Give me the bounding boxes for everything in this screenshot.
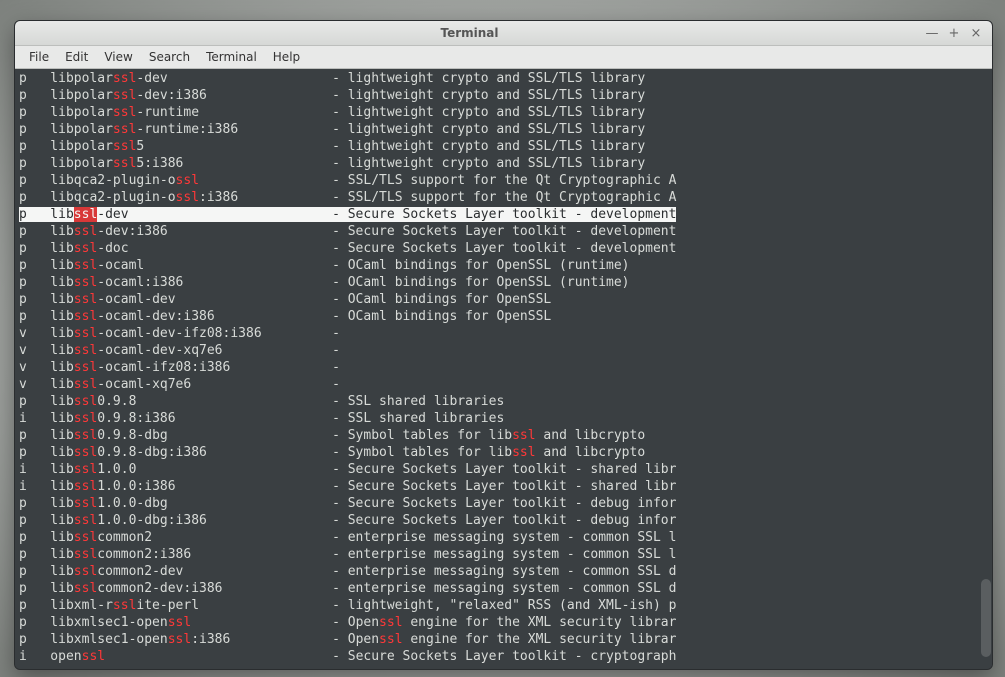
package-line: p libsslcommon2-dev - enterprise messagi…: [19, 563, 988, 580]
package-line: p libsslcommon2-dev:i386 - enterprise me…: [19, 580, 988, 597]
package-line: p libpolarssl5:i386 - lightweight crypto…: [19, 155, 988, 172]
scrollbar-thumb[interactable]: [981, 579, 991, 657]
package-line: p libssl-dev - Secure Sockets Layer tool…: [19, 206, 988, 223]
maximize-button[interactable]: +: [946, 25, 962, 41]
package-line: v libssl-ocaml-ifz08:i386 -: [19, 359, 988, 376]
package-line: p libssl1.0.0-dbg - Secure Sockets Layer…: [19, 495, 988, 512]
package-line: v libssl-ocaml-xq7e6 -: [19, 376, 988, 393]
menubar: FileEditViewSearchTerminalHelp: [15, 46, 992, 69]
package-line: p libsslcommon2 - enterprise messaging s…: [19, 529, 988, 546]
package-line: p libssl-doc - Secure Sockets Layer tool…: [19, 240, 988, 257]
package-line: p libpolarssl-runtime - lightweight cryp…: [19, 104, 988, 121]
terminal-window: Terminal — + × FileEditViewSearchTermina…: [14, 20, 993, 670]
package-line: p libpolarssl5 - lightweight crypto and …: [19, 138, 988, 155]
package-line: p libssl-ocaml-dev:i386 - OCaml bindings…: [19, 308, 988, 325]
package-line: p libssl-ocaml - OCaml bindings for Open…: [19, 257, 988, 274]
package-line: v libssl-ocaml-dev-ifz08:i386 -: [19, 325, 988, 342]
package-line: p libxmlsec1-openssl:i386 - Openssl engi…: [19, 631, 988, 648]
scrollbar[interactable]: [980, 69, 992, 669]
package-line: p libssl-ocaml-dev - OCaml bindings for …: [19, 291, 988, 308]
package-line: i openssl - Secure Sockets Layer toolkit…: [19, 648, 988, 665]
menu-item-edit[interactable]: Edit: [57, 48, 96, 66]
titlebar[interactable]: Terminal — + ×: [15, 21, 992, 46]
menu-item-view[interactable]: View: [96, 48, 140, 66]
close-button[interactable]: ×: [968, 25, 984, 41]
package-line: p libssl-ocaml:i386 - OCaml bindings for…: [19, 274, 988, 291]
package-line: p libssl-dev:i386 - Secure Sockets Layer…: [19, 223, 988, 240]
window-controls: — + ×: [924, 25, 984, 41]
package-line: p libqca2-plugin-ossl - SSL/TLS support …: [19, 172, 988, 189]
package-line: v libssl-ocaml-dev-xq7e6 -: [19, 342, 988, 359]
package-line: i libssl1.0.0:i386 - Secure Sockets Laye…: [19, 478, 988, 495]
package-line: p libssl1.0.0-dbg:i386 - Secure Sockets …: [19, 512, 988, 529]
package-line: p libpolarssl-dev:i386 - lightweight cry…: [19, 87, 988, 104]
package-line: i libssl0.9.8:i386 - SSL shared librarie…: [19, 410, 988, 427]
package-line: p libssl0.9.8 - SSL shared libraries: [19, 393, 988, 410]
package-line: i libssl1.0.0 - Secure Sockets Layer too…: [19, 461, 988, 478]
package-line: p libqca2-plugin-ossl:i386 - SSL/TLS sup…: [19, 189, 988, 206]
package-line: p libssl0.9.8-dbg - Symbol tables for li…: [19, 427, 988, 444]
package-line: p libpolarssl-runtime:i386 - lightweight…: [19, 121, 988, 138]
package-line: p libssl0.9.8-dbg:i386 - Symbol tables f…: [19, 444, 988, 461]
menu-item-search[interactable]: Search: [141, 48, 198, 66]
menu-item-help[interactable]: Help: [265, 48, 308, 66]
terminal-output[interactable]: p libpolarssl-dev - lightweight crypto a…: [15, 69, 992, 669]
menu-item-file[interactable]: File: [21, 48, 57, 66]
package-line: p libxmlsec1-openssl - Openssl engine fo…: [19, 614, 988, 631]
package-line: p libxml-rsslite-perl - lightweight, "re…: [19, 597, 988, 614]
window-title: Terminal: [15, 26, 924, 40]
package-line: p libpolarssl-dev - lightweight crypto a…: [19, 70, 988, 87]
menu-item-terminal[interactable]: Terminal: [198, 48, 265, 66]
minimize-button[interactable]: —: [924, 25, 940, 41]
package-line: p libsslcommon2:i386 - enterprise messag…: [19, 546, 988, 563]
